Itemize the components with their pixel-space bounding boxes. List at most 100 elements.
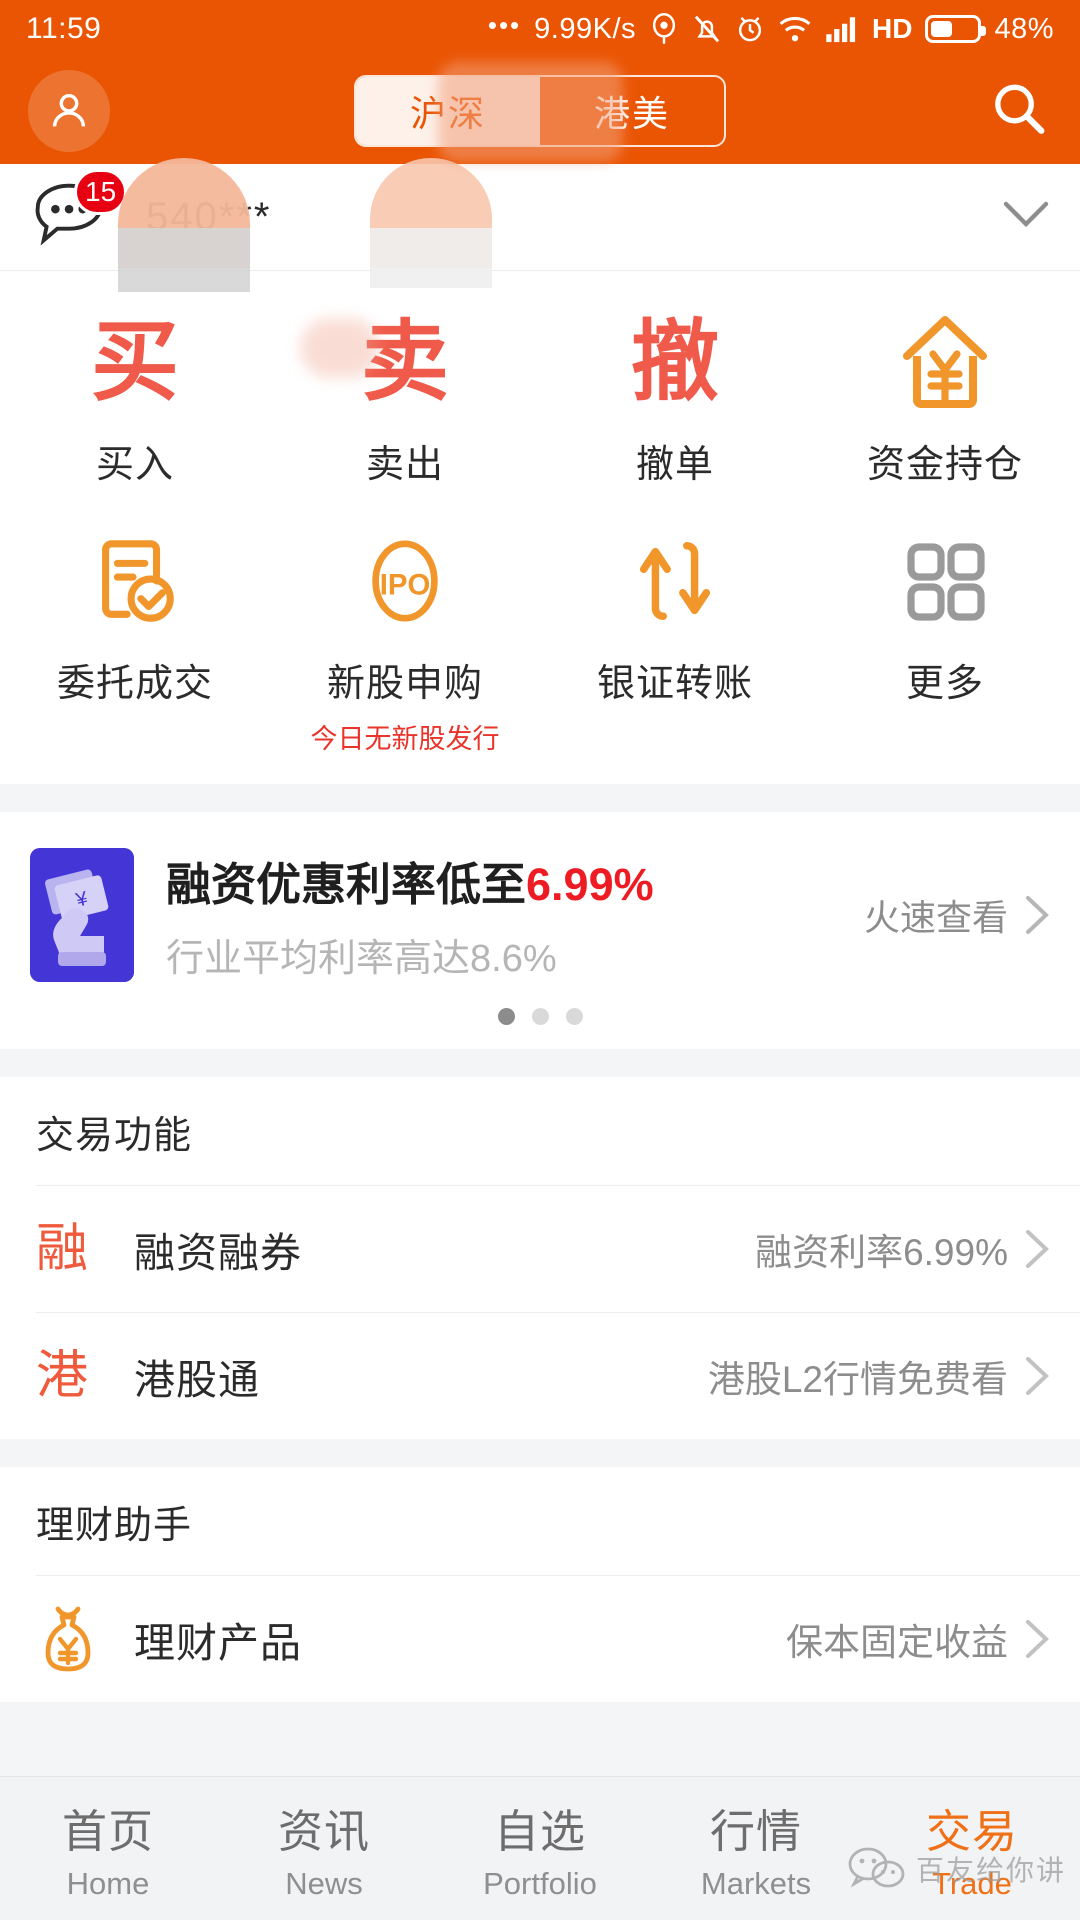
action-orders-trades[interactable]: 委托成交 xyxy=(0,506,270,774)
money-bag-icon xyxy=(36,1603,112,1675)
transfer-arrows-icon xyxy=(628,528,722,634)
quick-actions-row-2: 委托成交 IPO 新股申购 今日无新股发行 银证转账 更多 xyxy=(0,506,1080,774)
app-header: 沪深 港美 xyxy=(0,58,1080,164)
carousel-dot[interactable] xyxy=(531,1008,549,1025)
action-sell-label: 卖出 xyxy=(365,444,444,486)
carousel-dot[interactable] xyxy=(497,1008,515,1025)
row-hk-connect[interactable]: 港 港股通 港股L2行情免费看 xyxy=(0,1313,1080,1439)
trading-app-screen: 11:59 ••• 9.99K/s HD 48% 沪深 港美 15 540***… xyxy=(0,0,1080,1920)
account-row[interactable]: 15 540*** xyxy=(0,164,1080,270)
segment-hushen[interactable]: 沪深 xyxy=(356,77,540,145)
promo-title-prefix: 融资优惠利率低至 xyxy=(166,859,527,910)
action-cancel-order-label: 撤单 xyxy=(635,444,714,486)
section-title: 理财助手 xyxy=(0,1467,1080,1575)
action-funds-positions-label: 资金持仓 xyxy=(866,444,1023,486)
carousel-dot[interactable] xyxy=(565,1008,583,1025)
search-icon[interactable] xyxy=(990,80,1048,143)
section-divider xyxy=(0,1439,1080,1467)
chevron-right-icon xyxy=(1024,1618,1050,1660)
tab-trade[interactable]: 交易 Trade xyxy=(864,1795,1080,1902)
action-funds-positions[interactable]: 资金持仓 xyxy=(810,287,1080,506)
tab-news[interactable]: 资讯 News xyxy=(216,1795,432,1902)
status-time: 11:59 xyxy=(26,12,102,45)
cancel-char-icon: 撤 xyxy=(630,312,719,411)
row-wealth-products-label: 理财产品 xyxy=(134,1620,302,1666)
promo-carousel-dots[interactable] xyxy=(0,982,1080,1049)
tab-trade-cn: 交易 xyxy=(925,1806,1018,1857)
tab-home-en: Home xyxy=(66,1866,150,1901)
action-sell[interactable]: 卖 卖出 xyxy=(270,287,540,506)
section-divider xyxy=(0,784,1080,812)
section-wealth-assistant: 理财助手 理财产品 保本固定收益 xyxy=(0,1467,1080,1702)
chevron-right-icon xyxy=(1024,1355,1050,1397)
segment-ganmei[interactable]: 港美 xyxy=(540,77,724,145)
bottom-tab-bar: 首页 Home 资讯 News 自选 Portfolio 行情 Markets … xyxy=(0,1776,1080,1920)
account-number: 540*** xyxy=(146,194,272,239)
chevron-down-icon[interactable] xyxy=(1002,200,1050,235)
section-title: 交易功能 xyxy=(0,1077,1080,1185)
tab-portfolio[interactable]: 自选 Portfolio xyxy=(432,1795,648,1902)
tab-portfolio-en: Portfolio xyxy=(483,1866,597,1901)
row-wealth-products[interactable]: 理财产品 保本固定收益 xyxy=(0,1576,1080,1702)
hd-label: HD xyxy=(872,13,913,44)
action-bank-transfer-label: 银证转账 xyxy=(596,663,753,705)
row-wealth-products-value: 保本固定收益 xyxy=(786,1622,1008,1663)
row-margin-trading-value-wrap: 融资利率6.99% xyxy=(755,1222,1050,1276)
tab-trade-en: Trade xyxy=(932,1866,1012,1901)
wifi-icon xyxy=(778,14,812,44)
status-bar: 11:59 ••• 9.99K/s HD 48% xyxy=(0,0,1080,58)
action-cancel-order[interactable]: 撤 撤单 xyxy=(540,287,810,506)
document-check-icon xyxy=(88,528,182,634)
status-dots-icon: ••• xyxy=(487,9,522,40)
tab-news-cn: 资讯 xyxy=(277,1806,370,1857)
mute-bell-icon xyxy=(692,13,722,45)
tab-markets[interactable]: 行情 Markets xyxy=(648,1795,864,1902)
action-more-label: 更多 xyxy=(905,663,984,705)
hk-connect-icon: 港 xyxy=(36,1347,89,1405)
row-hk-connect-value-wrap: 港股L2行情免费看 xyxy=(708,1349,1050,1403)
house-yen-icon xyxy=(893,309,997,415)
tab-markets-en: Markets xyxy=(700,1866,812,1901)
quick-actions-row-1: 买 买入 卖 卖出 撤 撤单 资金持仓 xyxy=(0,287,1080,506)
tab-home[interactable]: 首页 Home xyxy=(0,1795,216,1902)
grid-more-icon xyxy=(901,528,989,634)
promo-cta[interactable]: 火速查看 xyxy=(864,889,1050,941)
avatar[interactable] xyxy=(28,70,110,152)
tab-portfolio-cn: 自选 xyxy=(493,1806,586,1857)
action-buy-label: 买入 xyxy=(95,444,174,486)
row-margin-trading-value: 融资利率6.99% xyxy=(755,1232,1008,1273)
ipo-icon: IPO xyxy=(358,528,452,634)
buy-char-icon: 买 xyxy=(90,312,179,411)
market-segment-control[interactable]: 沪深 港美 xyxy=(354,75,726,147)
network-speed: 9.99K/s xyxy=(534,12,636,45)
action-more[interactable]: 更多 xyxy=(810,506,1080,774)
promo-text: 融资优惠利率低至6.99% 行业平均利率高达8.6% xyxy=(166,848,850,982)
battery-percent: 48% xyxy=(994,12,1054,45)
chevron-right-icon xyxy=(1024,894,1050,936)
action-ipo-subscription-label: 新股申购 xyxy=(326,663,483,705)
action-orders-trades-label: 委托成交 xyxy=(56,663,213,705)
unread-badge: 15 xyxy=(74,169,128,215)
action-bank-transfer[interactable]: 银证转账 xyxy=(540,506,810,774)
action-ipo-subscription[interactable]: IPO 新股申购 今日无新股发行 xyxy=(270,506,540,774)
row-margin-trading[interactable]: 融 融资融券 融资利率6.99% xyxy=(0,1186,1080,1312)
row-margin-trading-label: 融资融券 xyxy=(134,1230,302,1276)
ipo-no-issue-note: 今日无新股发行 xyxy=(310,724,500,754)
tab-news-en: News xyxy=(285,1866,363,1901)
sell-char-icon: 卖 xyxy=(360,312,449,411)
chevron-right-icon xyxy=(1024,1228,1050,1270)
battery-icon xyxy=(925,15,987,43)
row-hk-connect-value: 港股L2行情免费看 xyxy=(707,1359,1008,1400)
quick-actions-grid: 买 买入 卖 卖出 撤 撤单 资金持仓 委托成交 IPO 新股申购 今日无新股发… xyxy=(0,271,1080,784)
promo-banner[interactable]: ¥ 融资优惠利率低至6.99% 行业平均利率高达8.6% 火速查看 xyxy=(0,812,1080,982)
tab-markets-cn: 行情 xyxy=(709,1806,802,1857)
promo-rate: 6.99% xyxy=(526,859,654,910)
margin-trading-icon: 融 xyxy=(36,1220,89,1278)
tab-home-cn: 首页 xyxy=(61,1806,154,1857)
svg-text:IPO: IPO xyxy=(380,569,431,602)
promo-cta-label: 火速查看 xyxy=(863,897,1008,938)
signal-icon xyxy=(825,14,859,44)
message-button[interactable]: 15 xyxy=(30,169,128,255)
action-buy[interactable]: 买 买入 xyxy=(0,287,270,506)
section-trading-functions: 交易功能 融 融资融券 融资利率6.99% 港 港股通 港股L2行情免费看 xyxy=(0,1077,1080,1439)
